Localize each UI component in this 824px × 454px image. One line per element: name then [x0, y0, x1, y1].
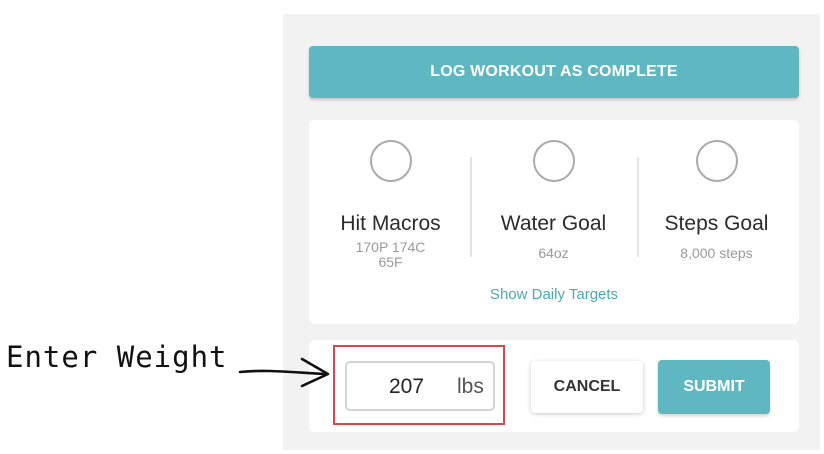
log-workout-button[interactable]: LOG WORKOUT AS COMPLETE: [309, 46, 799, 98]
hit-macros-fat: 65F: [378, 254, 403, 270]
steps-goal-title: Steps Goal: [664, 212, 769, 235]
hit-macros-title: Hit Macros: [340, 212, 441, 235]
steps-goal-amount: 8,000 steps: [680, 245, 753, 261]
daily-goals-card: Hit Macros 170P 174C 65F Water Goal 64oz…: [309, 120, 799, 324]
goal-hit-macros: Hit Macros 170P 174C 65F: [309, 120, 472, 270]
submit-label: SUBMIT: [683, 378, 745, 395]
steps-goal-checkbox[interactable]: [695, 140, 738, 182]
hit-macros-checkbox[interactable]: [369, 140, 412, 182]
goal-water: Water Goal 64oz: [472, 120, 635, 261]
annotation-arrow-icon: [238, 357, 330, 388]
submit-button[interactable]: SUBMIT: [658, 360, 770, 414]
show-daily-targets-link[interactable]: Show Daily Targets: [309, 286, 799, 303]
water-goal-amount: 64oz: [538, 245, 569, 261]
weight-highlight-box: [333, 345, 505, 425]
water-goal-title: Water Goal: [500, 212, 607, 235]
cancel-label: CANCEL: [553, 378, 621, 395]
hit-macros-values: 170P 174C: [355, 239, 426, 255]
goal-steps: Steps Goal 8,000 steps: [635, 120, 798, 261]
enter-weight-annotation: Enter Weight: [6, 340, 228, 374]
water-goal-checkbox[interactable]: [532, 140, 575, 182]
cancel-button[interactable]: CANCEL: [531, 361, 643, 413]
log-workout-label: LOG WORKOUT AS COMPLETE: [430, 63, 678, 80]
